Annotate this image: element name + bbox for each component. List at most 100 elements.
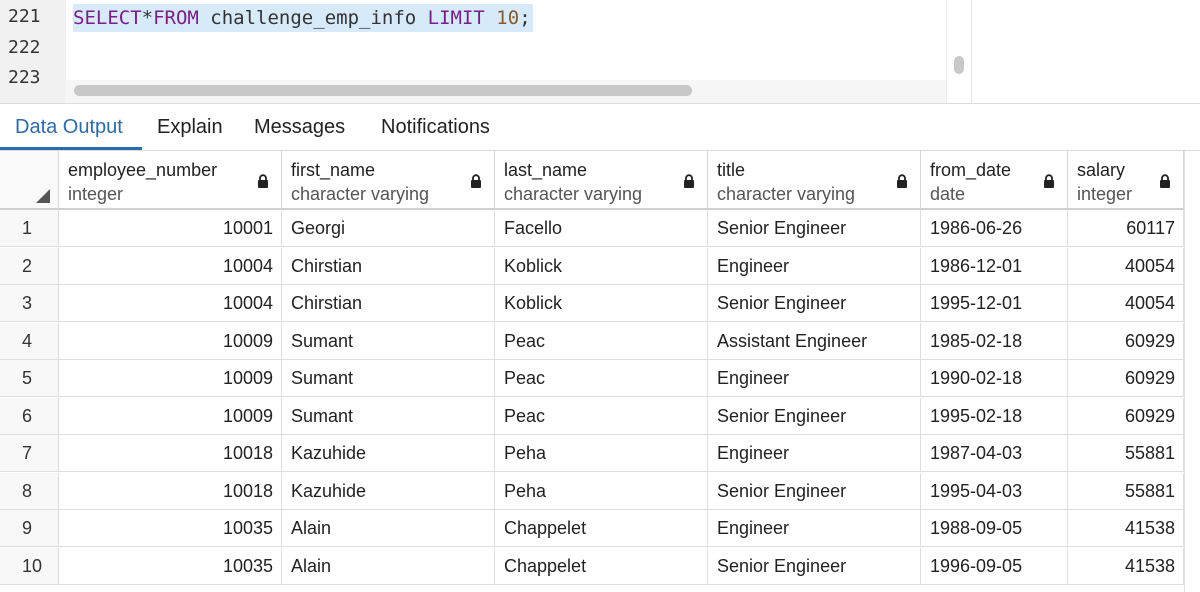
row-number[interactable]: 9	[0, 510, 59, 547]
table-cell[interactable]: 55881	[1068, 435, 1184, 472]
table-cell[interactable]: 1995-12-01	[921, 285, 1068, 322]
table-cell[interactable]: 60929	[1068, 322, 1184, 360]
column-type: integer	[68, 184, 124, 204]
table-cell[interactable]: Peac	[495, 397, 708, 435]
table-cell[interactable]: Kazuhide	[282, 435, 495, 472]
row-number[interactable]: 3	[0, 285, 59, 322]
table-row[interactable]: 10 10035 Alain Chappelet Senior Engineer 1996…	[0, 547, 1200, 585]
table-cell[interactable]: Peha	[495, 472, 708, 510]
column-header[interactable]: salary integer	[1068, 151, 1184, 210]
tab-notifications[interactable]: Notifications	[366, 104, 505, 151]
column-name: employee_number	[68, 160, 218, 180]
row-number[interactable]: 2	[0, 247, 59, 285]
table-row[interactable]: 7 10018 Kazuhide Peha Engineer 1987-04-03 5588…	[0, 435, 1200, 472]
table-cell[interactable]: 1996-09-05	[921, 547, 1068, 585]
table-cell[interactable]: 10004	[59, 285, 282, 322]
table-cell[interactable]: 1995-02-18	[921, 397, 1068, 435]
row-number[interactable]: 7	[0, 435, 59, 472]
table-cell[interactable]: 10009	[59, 397, 282, 435]
table-cell[interactable]: 60929	[1068, 360, 1184, 397]
table-cell[interactable]: Peac	[495, 360, 708, 397]
table-cell[interactable]: Sumant	[282, 360, 495, 397]
table-cell[interactable]: 41538	[1068, 547, 1184, 585]
table-cell[interactable]: Peha	[495, 435, 708, 472]
table-cell[interactable]: 60929	[1068, 397, 1184, 435]
table-cell[interactable]: 10001	[59, 210, 282, 247]
table-cell[interactable]: Chappelet	[495, 547, 708, 585]
tab-explain[interactable]: Explain	[142, 104, 238, 151]
table-cell[interactable]: 60117	[1068, 210, 1184, 247]
table-row[interactable]: 6 10009 Sumant Peac Senior Engineer 1995-02-1…	[0, 397, 1200, 435]
row-number[interactable]: 6	[0, 397, 59, 435]
table-cell[interactable]: 1986-12-01	[921, 247, 1068, 285]
table-row[interactable]: 4 10009 Sumant Peac Assistant Engineer 1985-0…	[0, 322, 1200, 360]
table-cell[interactable]: Chappelet	[495, 510, 708, 547]
table-cell[interactable]: Chirstian	[282, 247, 495, 285]
table-cell[interactable]: 40054	[1068, 285, 1184, 322]
column-header[interactable]: employee_numberinteger	[59, 151, 282, 210]
table-cell[interactable]: Alain	[282, 510, 495, 547]
table-cell[interactable]: Assistant Engineer	[708, 322, 921, 360]
table-cell[interactable]: Engineer	[708, 435, 921, 472]
table-cell[interactable]: Kazuhide	[282, 472, 495, 510]
tab-messages[interactable]: Messages	[239, 104, 360, 151]
row-number[interactable]: 5	[0, 360, 59, 397]
table-cell[interactable]: Senior Engineer	[708, 397, 921, 435]
lock-icon	[683, 174, 695, 188]
row-number[interactable]: 8	[0, 472, 59, 510]
table-cell[interactable]: 1987-04-03	[921, 435, 1068, 472]
table-cell[interactable]: 10035	[59, 510, 282, 547]
horizontal-scrollbar[interactable]	[66, 80, 946, 103]
table-row[interactable]: 8 10018 Kazuhide Peha Senior Engineer 1995-04…	[0, 472, 1200, 510]
table-cell[interactable]: Senior Engineer	[708, 285, 921, 322]
table-cell[interactable]: Peac	[495, 322, 708, 360]
column-header[interactable]: last_name character varying	[495, 151, 708, 210]
table-cell[interactable]: Georgi	[282, 210, 495, 247]
table-cell[interactable]: Sumant	[282, 322, 495, 360]
column-header[interactable]: from_date date	[921, 151, 1068, 210]
table-cell[interactable]: Senior Engineer	[708, 210, 921, 247]
table-row[interactable]: 5 10009 Sumant Peac Engineer 1990-02-18 60929	[0, 360, 1200, 397]
table-cell[interactable]: Senior Engineer	[708, 547, 921, 585]
table-cell[interactable]: 1986-06-26	[921, 210, 1068, 247]
code-line-selected[interactable]: SELECT*FROM challenge_emp_info LIMIT 10;	[73, 4, 533, 32]
table-cell[interactable]: Facello	[495, 210, 708, 247]
sql-editor[interactable]: 221 222 223 SELECT*FROM challenge_emp_in…	[0, 0, 1200, 103]
table-row[interactable]: 3 10004 Chirstian Koblick Senior Engineer 199…	[0, 285, 1200, 322]
table-cell[interactable]: 10004	[59, 247, 282, 285]
table-cell[interactable]: 55881	[1068, 472, 1184, 510]
grid-corner-select-all[interactable]	[0, 151, 59, 210]
table-cell[interactable]: Koblick	[495, 285, 708, 322]
column-header[interactable]: first_name character varying	[282, 151, 495, 210]
table-cell[interactable]: 1985-02-18	[921, 322, 1068, 360]
table-row[interactable]: 9 10035 Alain Chappelet Engineer 1988-09-05 41…	[0, 510, 1200, 547]
column-header[interactable]: title character varying	[708, 151, 921, 210]
table-cell[interactable]: Sumant	[282, 397, 495, 435]
table-cell[interactable]: 1990-02-18	[921, 360, 1068, 397]
horizontal-scroll-thumb[interactable]	[74, 85, 692, 96]
table-cell[interactable]: 40054	[1068, 247, 1184, 285]
vertical-scroll-thumb[interactable]	[954, 56, 964, 74]
table-cell[interactable]: 10009	[59, 322, 282, 360]
table-cell[interactable]: Senior Engineer	[708, 472, 921, 510]
row-number[interactable]: 4	[0, 322, 59, 360]
table-row[interactable]: 2 10004 Chirstian Koblick Engineer 1986-12-01…	[0, 247, 1200, 285]
table-cell[interactable]: Chirstian	[282, 285, 495, 322]
table-cell[interactable]: 1988-09-05	[921, 510, 1068, 547]
table-cell[interactable]: Engineer	[708, 360, 921, 397]
table-cell[interactable]: 41538	[1068, 510, 1184, 547]
row-number[interactable]: 10	[0, 547, 59, 585]
table-cell[interactable]: 1995-04-03	[921, 472, 1068, 510]
table-cell[interactable]: Alain	[282, 547, 495, 585]
table-cell[interactable]: 10018	[59, 435, 282, 472]
table-cell[interactable]: 10009	[59, 360, 282, 397]
row-number[interactable]: 1	[0, 210, 59, 247]
vertical-scrollbar[interactable]	[946, 0, 971, 103]
table-cell[interactable]: Koblick	[495, 247, 708, 285]
table-cell[interactable]: Engineer	[708, 247, 921, 285]
table-cell[interactable]: Engineer	[708, 510, 921, 547]
tab-data-output[interactable]: Data Output	[0, 104, 138, 151]
table-cell[interactable]: 10018	[59, 472, 282, 510]
table-cell[interactable]: 10035	[59, 547, 282, 585]
table-row[interactable]: 1 10001 Georgi Facello Senior Engineer 1986-0…	[0, 210, 1200, 247]
